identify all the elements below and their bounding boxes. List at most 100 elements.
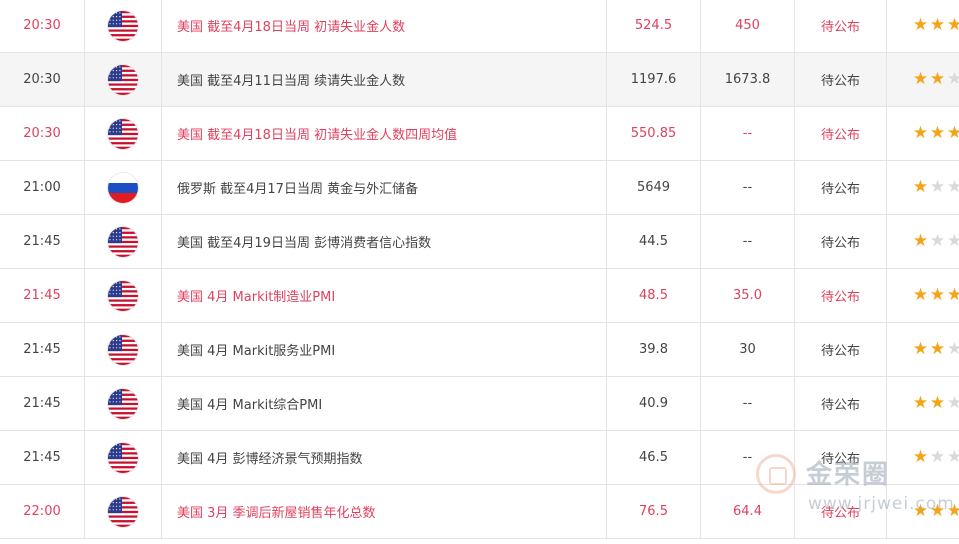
event-cell: 美国 4月 Markit制造业PMI xyxy=(161,268,607,323)
forecast-value-text: -- xyxy=(742,180,753,195)
actual-value-text: 待公布 xyxy=(820,290,860,305)
actual-value-text: 待公布 xyxy=(820,506,860,521)
star-empty-icon: ★ xyxy=(929,177,947,197)
actual-value-cell: 待公布 xyxy=(794,214,887,269)
flag-cell xyxy=(84,376,162,431)
time-text: 20:30 xyxy=(23,72,61,87)
previous-value-text: 46.5 xyxy=(639,450,668,465)
forecast-value-text: 64.4 xyxy=(733,504,762,519)
star-filled-icon: ★ xyxy=(912,231,930,251)
forecast-value-cell: 1673.8 xyxy=(700,52,795,107)
event-cell: 美国 4月 彭博经济景气预期指数 xyxy=(161,430,607,485)
time-text: 22:00 xyxy=(23,504,61,519)
importance-cell: ★★★ xyxy=(886,484,959,539)
star-empty-icon: ★ xyxy=(929,447,947,467)
importance-stars: ★★★ xyxy=(913,287,959,304)
star-filled-icon: ★ xyxy=(929,501,947,521)
flag-cell xyxy=(84,484,162,539)
importance-stars: ★★★ xyxy=(913,233,959,250)
forecast-value-text: -- xyxy=(742,450,753,465)
importance-stars: ★★★ xyxy=(913,395,959,412)
event-cell: 美国 截至4月19日当周 彭博消费者信心指数 xyxy=(161,214,607,269)
flag-cell xyxy=(84,322,162,377)
flag-cell xyxy=(84,268,162,323)
usa-flag-icon xyxy=(108,334,138,365)
calendar-row: 22:00 美国 3月 季调后新屋销售年化总数 76.5 64.4 待公布 ★★★ xyxy=(0,484,959,539)
star-filled-icon: ★ xyxy=(947,503,959,520)
importance-cell: ★★★ xyxy=(886,214,959,269)
previous-value-text: 76.5 xyxy=(639,504,668,519)
event-cell: 美国 4月 Markit服务业PMI xyxy=(161,322,607,377)
previous-value-text: 39.8 xyxy=(639,342,668,357)
star-empty-icon: ★ xyxy=(947,233,959,250)
flag-cell xyxy=(84,0,162,53)
event-cell: 俄罗斯 截至4月17日当周 黄金与外汇储备 xyxy=(161,160,607,215)
forecast-value-text: 30 xyxy=(739,342,756,357)
previous-value-cell: 1197.6 xyxy=(606,52,701,107)
usa-flag-icon xyxy=(108,64,138,95)
previous-value-cell: 524.5 xyxy=(606,0,701,53)
usa-flag-icon xyxy=(108,442,138,473)
event-text: 美国 3月 季调后新屋销售年化总数 xyxy=(177,506,376,521)
time-text: 21:45 xyxy=(23,342,61,357)
calendar-row: 20:30美国 截至4月18日当周 初请失业金人数524.5450待公布★★★ xyxy=(0,0,959,53)
actual-value-cell: 待公布 xyxy=(794,484,887,539)
importance-stars: ★★★ xyxy=(913,449,959,466)
star-filled-icon: ★ xyxy=(929,285,947,305)
previous-value-text: 550.85 xyxy=(630,126,677,141)
previous-value-text: 524.5 xyxy=(634,18,673,33)
calendar-row: 21:45美国 4月 Markit综合PMI40.9--待公布★★★ xyxy=(0,376,959,431)
time-cell: 21:45 xyxy=(0,430,85,485)
forecast-value-cell: -- xyxy=(700,160,795,215)
actual-value-text: 待公布 xyxy=(820,236,860,251)
time-text: 21:45 xyxy=(23,396,61,411)
forecast-value-text: 35.0 xyxy=(733,288,762,303)
star-filled-icon: ★ xyxy=(929,123,947,143)
time-cell: 20:30 xyxy=(0,106,85,161)
calendar-row: 21:00俄罗斯 截至4月17日当周 黄金与外汇储备5649--待公布★★★ xyxy=(0,160,959,215)
event-cell: 美国 4月 Markit综合PMI xyxy=(161,376,607,431)
time-text: 21:45 xyxy=(23,234,61,249)
event-text: 美国 截至4月18日当周 初请失业金人数四周均值 xyxy=(177,128,458,143)
importance-cell: ★★★ xyxy=(886,268,959,323)
star-filled-icon: ★ xyxy=(947,125,959,142)
usa-flag-icon xyxy=(108,388,138,419)
importance-cell: ★★★ xyxy=(886,376,959,431)
event-text: 美国 4月 彭博经济景气预期指数 xyxy=(177,452,363,467)
time-text: 21:45 xyxy=(23,450,61,465)
star-filled-icon: ★ xyxy=(912,393,930,413)
forecast-value-cell: -- xyxy=(700,376,795,431)
star-filled-icon: ★ xyxy=(947,287,959,304)
importance-cell: ★★★ xyxy=(886,430,959,485)
event-text: 美国 4月 Markit制造业PMI xyxy=(177,290,336,305)
event-text: 美国 4月 Markit服务业PMI xyxy=(177,344,336,359)
time-cell: 20:30 xyxy=(0,52,85,107)
forecast-value-cell: 30 xyxy=(700,322,795,377)
star-filled-icon: ★ xyxy=(929,339,947,359)
calendar-row: 21:45美国 截至4月19日当周 彭博消费者信心指数44.5--待公布★★★ xyxy=(0,214,959,269)
usa-flag-icon xyxy=(108,496,138,527)
time-text: 20:30 xyxy=(23,126,61,141)
event-text: 美国 4月 Markit综合PMI xyxy=(177,398,323,413)
actual-value-cell: 待公布 xyxy=(794,268,887,323)
star-filled-icon: ★ xyxy=(912,177,930,197)
forecast-value-cell: -- xyxy=(700,106,795,161)
actual-value-text: 待公布 xyxy=(820,182,860,197)
event-cell: 美国 截至4月18日当周 初请失业金人数 xyxy=(161,0,607,53)
previous-value-cell: 39.8 xyxy=(606,322,701,377)
importance-stars: ★★★ xyxy=(913,125,959,142)
actual-value-cell: 待公布 xyxy=(794,106,887,161)
star-filled-icon: ★ xyxy=(929,393,947,413)
economic-calendar-table: 20:30美国 截至4月18日当周 初请失业金人数524.5450待公布★★★2… xyxy=(0,0,959,539)
forecast-value-text: -- xyxy=(742,396,753,411)
time-cell: 22:00 xyxy=(0,484,85,539)
time-cell: 21:45 xyxy=(0,376,85,431)
forecast-value-cell: -- xyxy=(700,214,795,269)
importance-cell: ★★★ xyxy=(886,0,959,53)
previous-value-cell: 40.9 xyxy=(606,376,701,431)
actual-value-text: 待公布 xyxy=(820,128,860,143)
previous-value-text: 1197.6 xyxy=(630,72,677,87)
importance-cell: ★★★ xyxy=(886,160,959,215)
star-filled-icon: ★ xyxy=(912,123,930,143)
previous-value-cell: 46.5 xyxy=(606,430,701,485)
